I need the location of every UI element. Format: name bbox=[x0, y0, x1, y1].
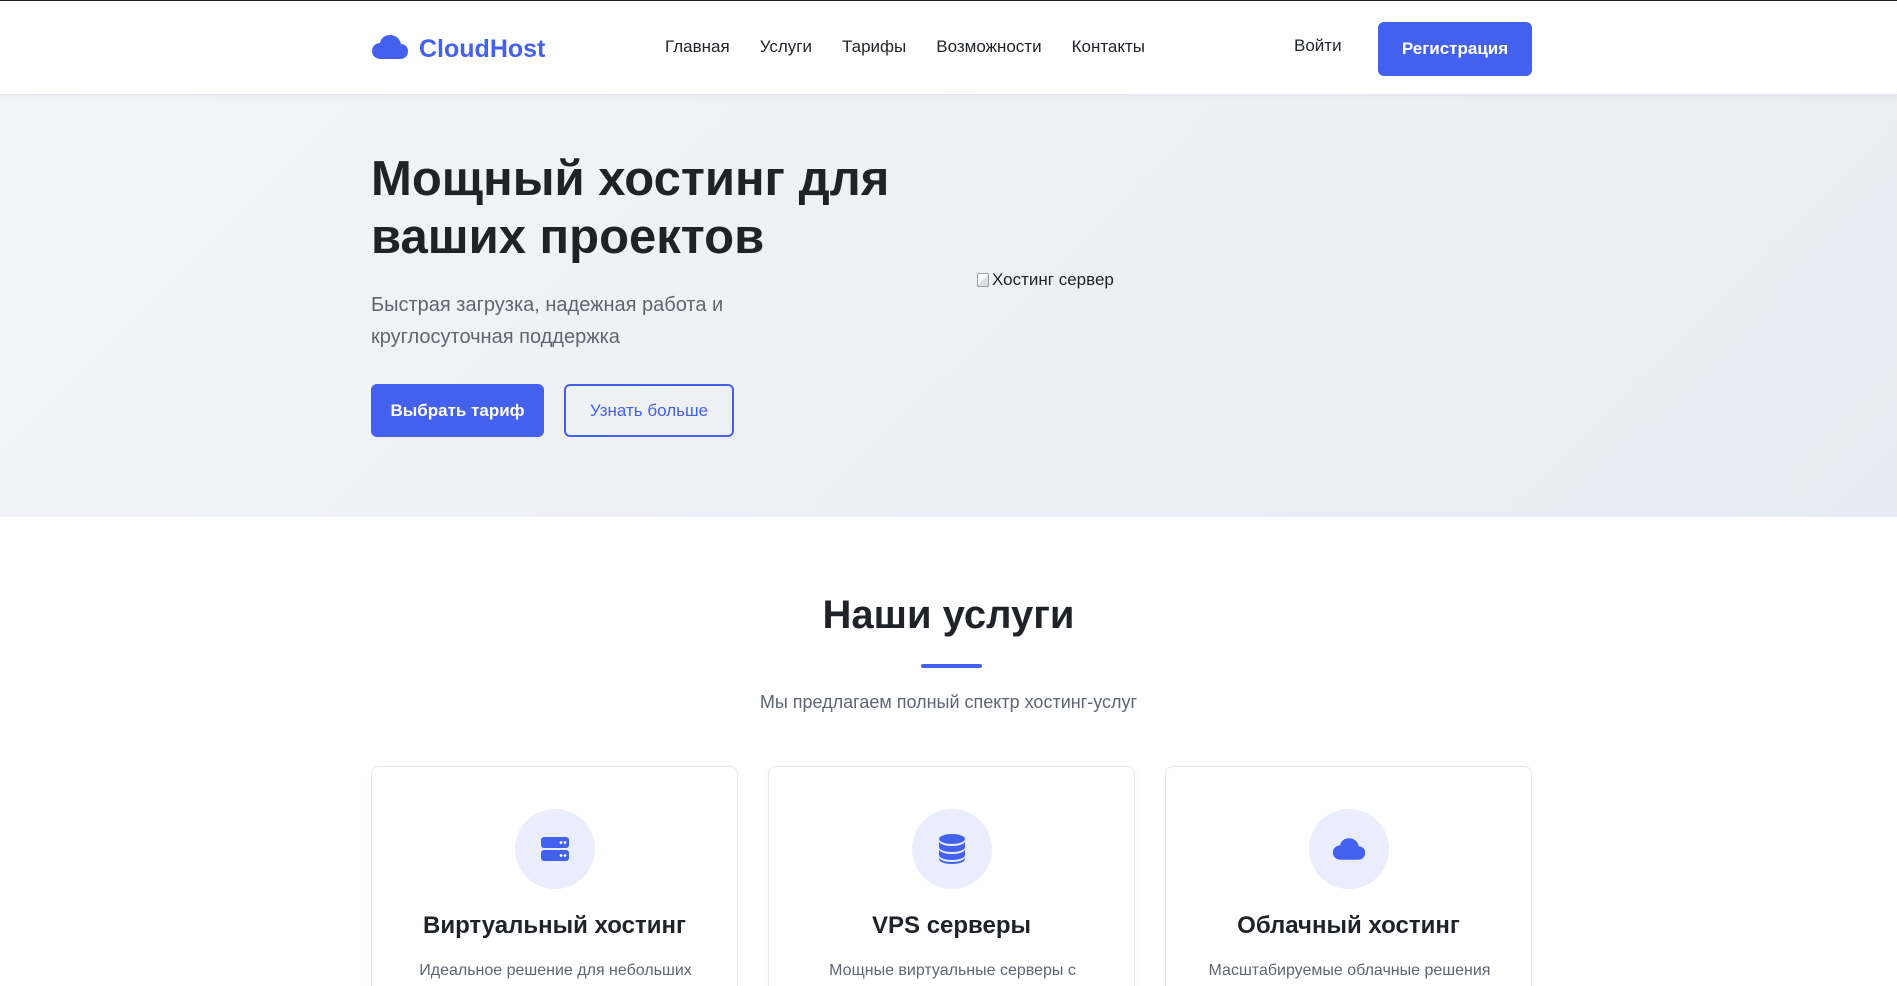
nav-item-home[interactable]: Главная bbox=[665, 37, 730, 57]
nav-item-pricing[interactable]: Тарифы bbox=[842, 37, 906, 57]
hero-title: Мощный хостинг для ваших проектов bbox=[371, 152, 890, 264]
hero-image-alt: Хостинг сервер bbox=[992, 270, 1114, 289]
service-card-vps[interactable]: VPS серверы Мощные виртуальные серверы с bbox=[768, 766, 1135, 986]
service-card-virtual[interactable]: Виртуальный хостинг Идеальное решение дл… bbox=[371, 766, 738, 986]
card-title: Облачный хостинг bbox=[1237, 912, 1460, 939]
card-title: Виртуальный хостинг bbox=[422, 912, 686, 939]
site-header: CloudHost Главная Услуги Тарифы Возможно… bbox=[0, 0, 1897, 95]
card-text: Мощные виртуальные серверы с bbox=[829, 962, 1076, 979]
database-icon bbox=[912, 809, 992, 889]
card-title: VPS серверы bbox=[872, 912, 1031, 939]
main-nav: Главная Услуги Тарифы Возможности Контак… bbox=[665, 37, 1175, 57]
cloud-icon bbox=[371, 33, 409, 66]
services-title: Наши услуги bbox=[822, 593, 1075, 637]
server-icon bbox=[515, 809, 595, 889]
card-text: Идеальное решение для небольших bbox=[419, 962, 692, 979]
nav-item-contacts[interactable]: Контакты bbox=[1072, 37, 1145, 57]
login-link[interactable]: Войти bbox=[1294, 36, 1342, 56]
hero-subtitle: Быстрая загрузка, надежная работа и круг… bbox=[371, 294, 724, 348]
service-card-cloud[interactable]: Облачный хостинг Масштабируемые облачные… bbox=[1165, 766, 1532, 986]
services-subtitle: Мы предлагаем полный спектр хостинг-услу… bbox=[759, 692, 1138, 712]
logo-text: CloudHost bbox=[419, 34, 546, 63]
nav-item-features[interactable]: Возможности bbox=[936, 37, 1041, 57]
cloud-icon bbox=[1309, 809, 1389, 889]
learn-more-button[interactable]: Узнать больше bbox=[564, 384, 734, 437]
hero-section bbox=[0, 95, 1897, 517]
register-button[interactable]: Регистрация bbox=[1378, 22, 1532, 76]
card-text: Масштабируемые облачные решения bbox=[1208, 962, 1491, 979]
hero-image: Хостинг сервер bbox=[977, 270, 1114, 290]
choose-plan-button[interactable]: Выбрать тариф bbox=[371, 384, 544, 437]
section-divider bbox=[921, 664, 982, 668]
logo-link[interactable]: CloudHost bbox=[371, 31, 545, 67]
broken-image-icon bbox=[977, 273, 989, 287]
nav-item-services[interactable]: Услуги bbox=[760, 37, 812, 57]
